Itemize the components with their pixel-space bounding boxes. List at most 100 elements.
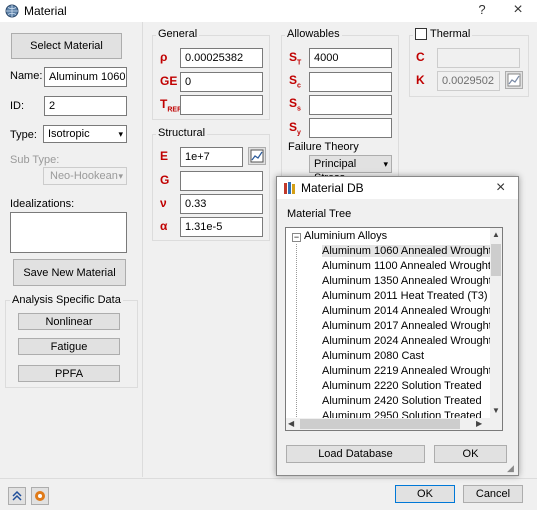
fatigue-button[interactable]: Fatigue bbox=[18, 338, 120, 355]
nu-field[interactable]: 0.33 bbox=[180, 194, 263, 214]
tree-root-aluminium[interactable]: Aluminium Alloys bbox=[304, 230, 387, 242]
dialog-ok-button[interactable]: OK bbox=[434, 445, 507, 463]
chevron-down-icon: ▾ bbox=[383, 159, 388, 169]
name-label: Name: bbox=[10, 70, 43, 82]
e-curve-button[interactable] bbox=[248, 147, 266, 165]
dialog-close-button[interactable]: × bbox=[496, 179, 505, 197]
hscroll-thumb[interactable] bbox=[300, 419, 460, 429]
idealizations-list[interactable] bbox=[10, 212, 127, 253]
books-icon bbox=[284, 182, 295, 194]
failure-theory-select[interactable]: Principal Stress ▾ bbox=[309, 155, 392, 184]
save-new-material-button[interactable]: Save New Material bbox=[13, 259, 126, 286]
st-field[interactable]: 4000 bbox=[309, 48, 392, 68]
select-material-button[interactable]: Select Material bbox=[11, 33, 122, 59]
collapse-icon[interactable]: − bbox=[292, 233, 301, 242]
thermal-checkbox-row: Thermal bbox=[413, 28, 473, 40]
ge-symbol: GE bbox=[160, 74, 178, 88]
panel-separator bbox=[142, 22, 143, 477]
tree-item-material[interactable]: Aluminum 2017 Annealed Wrought bbox=[322, 320, 492, 332]
allowables-title: Allowables bbox=[285, 28, 342, 40]
dialog-titlebar: Material DB × bbox=[277, 177, 518, 199]
close-button[interactable]: × bbox=[510, 2, 526, 18]
dialog-title: Material DB bbox=[301, 181, 364, 195]
material-tree[interactable]: − Aluminium Alloys Aluminum 1060 Anneale… bbox=[285, 227, 503, 431]
sc-field[interactable] bbox=[309, 72, 392, 92]
ok-button[interactable]: OK bbox=[395, 485, 455, 503]
chevron-down-icon: ▾ bbox=[118, 129, 123, 139]
tree-item-material[interactable]: Aluminum 1350 Annealed Wrought bbox=[322, 275, 492, 287]
collapse-up-button[interactable] bbox=[8, 487, 26, 505]
general-title: General bbox=[156, 28, 200, 40]
tref-field[interactable] bbox=[180, 95, 263, 115]
idealizations-label: Idealizations: bbox=[10, 198, 75, 210]
ss-symbol: Ss bbox=[289, 96, 301, 112]
nu-symbol: ν bbox=[160, 196, 167, 210]
settings-button[interactable] bbox=[31, 487, 49, 505]
st-symbol-main: S bbox=[289, 50, 298, 64]
tree-guide-line bbox=[296, 244, 297, 419]
tree-item-material[interactable]: Aluminum 2080 Cast bbox=[322, 350, 424, 362]
tree-vertical-scrollbar[interactable]: ▲ ▼ bbox=[490, 228, 502, 418]
double-chevron-up-icon bbox=[12, 490, 22, 501]
e-symbol: E bbox=[160, 149, 169, 163]
chart-icon bbox=[507, 73, 521, 87]
ss-field[interactable] bbox=[309, 95, 392, 115]
scroll-left-icon[interactable]: ◀ bbox=[288, 419, 294, 428]
sy-symbol-sub: y bbox=[297, 129, 301, 137]
scroll-down-icon[interactable]: ▼ bbox=[492, 406, 500, 415]
type-select[interactable]: Isotropic ▾ bbox=[43, 125, 127, 143]
ss-symbol-sub: s bbox=[297, 105, 301, 113]
k-curve-button[interactable] bbox=[505, 71, 523, 89]
e-field[interactable]: 1e+7 bbox=[180, 147, 243, 167]
window-titlebar: Material ? × bbox=[0, 0, 537, 22]
gear-icon bbox=[35, 491, 45, 501]
thermal-checkbox[interactable] bbox=[415, 28, 427, 40]
tree-item-material[interactable]: Aluminum 2024 Annealed Wrought bbox=[322, 335, 492, 347]
sy-symbol: Sy bbox=[289, 120, 301, 136]
sy-field[interactable] bbox=[309, 118, 392, 138]
scroll-thumb[interactable] bbox=[491, 244, 501, 276]
subtype-label: Sub Type: bbox=[10, 154, 60, 166]
tree-item-material[interactable]: Aluminum 2420 Solution Treated bbox=[322, 395, 482, 407]
id-field[interactable]: 2 bbox=[44, 96, 127, 116]
tree-item-material[interactable]: Aluminum 2219 Annealed Wrought bbox=[322, 365, 492, 377]
g-field[interactable] bbox=[180, 171, 263, 191]
structural-title: Structural bbox=[156, 127, 208, 139]
c-field bbox=[437, 48, 520, 68]
alpha-symbol: α bbox=[160, 219, 168, 233]
ppfa-button[interactable]: PPFA bbox=[18, 365, 120, 382]
tree-horizontal-scrollbar[interactable]: ◀ ▶ bbox=[286, 418, 502, 430]
type-label: Type: bbox=[10, 129, 37, 141]
help-button[interactable]: ? bbox=[474, 2, 490, 18]
scroll-right-icon[interactable]: ▶ bbox=[476, 419, 482, 428]
load-database-button[interactable]: Load Database bbox=[286, 445, 425, 463]
subtype-select-value: Neo-Hookean bbox=[50, 170, 118, 182]
tree-item-material[interactable]: Aluminum 2220 Solution Treated bbox=[322, 380, 482, 392]
tree-item-material[interactable]: Aluminum 1060 Annealed Wrought bbox=[322, 245, 492, 257]
chevron-down-icon: ▾ bbox=[118, 171, 123, 181]
window-title: Material bbox=[24, 4, 67, 18]
name-field[interactable]: Aluminum 1060 Ann bbox=[44, 67, 127, 87]
st-symbol: ST bbox=[289, 50, 301, 66]
sc-symbol-sub: c bbox=[297, 82, 301, 90]
bottom-separator bbox=[0, 478, 537, 479]
k-symbol: K bbox=[416, 73, 425, 87]
alpha-field[interactable]: 1.31e-5 bbox=[180, 217, 263, 237]
tree-item-material[interactable]: Aluminum 2011 Heat Treated (T3) W bbox=[322, 290, 501, 302]
scroll-up-icon[interactable]: ▲ bbox=[492, 230, 500, 239]
tree-item-material[interactable]: Aluminum 1100 Annealed Wrought bbox=[322, 260, 491, 272]
subtype-select: Neo-Hookean ▾ bbox=[43, 167, 127, 185]
id-label: ID: bbox=[10, 100, 25, 112]
analysis-group-title: Analysis Specific Data bbox=[10, 294, 123, 306]
material-db-dialog: Material DB × Material Tree − Aluminium … bbox=[276, 176, 519, 476]
rho-field[interactable]: 0.00025382 bbox=[180, 48, 263, 68]
k-field: 0.0029502 bbox=[437, 71, 500, 91]
resize-grip-icon[interactable]: ◢ bbox=[507, 463, 514, 474]
sy-symbol-main: S bbox=[289, 120, 298, 134]
cancel-button[interactable]: Cancel bbox=[463, 485, 523, 503]
tree-item-material[interactable]: Aluminum 2014 Annealed Wrought bbox=[322, 305, 492, 317]
rho-symbol: ρ bbox=[160, 50, 168, 64]
ss-symbol-main: S bbox=[289, 96, 298, 110]
ge-field[interactable]: 0 bbox=[180, 72, 263, 92]
nonlinear-button[interactable]: Nonlinear bbox=[18, 313, 120, 330]
